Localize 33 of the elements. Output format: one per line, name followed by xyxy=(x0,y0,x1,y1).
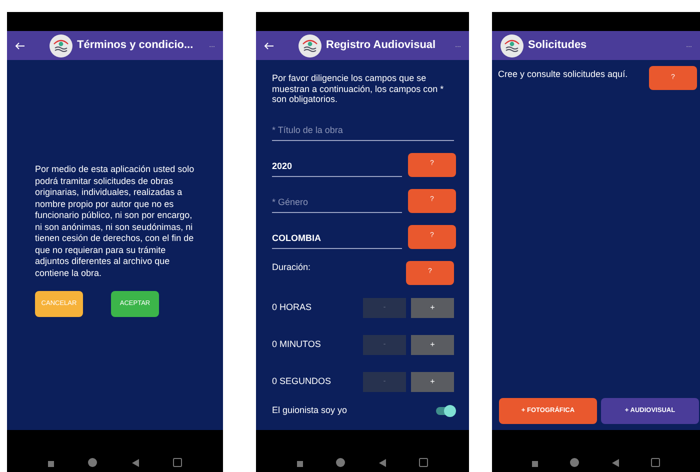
logo-icon xyxy=(500,34,524,58)
logo-icon xyxy=(298,34,322,58)
counter-label: 0 MINUTOS xyxy=(272,338,321,352)
back-arrow-icon[interactable] xyxy=(264,42,274,50)
recent-apps-icon[interactable] xyxy=(296,461,303,467)
intro-text: Cree y consulte solicitudes aquí. xyxy=(498,68,628,81)
back-nav-icon[interactable] xyxy=(378,459,386,467)
screen-title: Solicitudes xyxy=(528,38,587,54)
logo-icon xyxy=(49,34,73,58)
back-nav-icon[interactable] xyxy=(132,459,139,467)
duration-label: Duración: xyxy=(272,261,311,274)
counter-label: 0 HORAS xyxy=(272,301,312,314)
text-field[interactable]: * Título de la obra xyxy=(272,124,454,140)
screen-title: Registro Audiovisual xyxy=(326,38,436,54)
increment-button[interactable]: + xyxy=(411,298,454,318)
text-field[interactable]: 2020 xyxy=(272,160,402,176)
recent-apps-icon[interactable] xyxy=(48,461,54,467)
text-field[interactable]: COLOMBIA xyxy=(272,232,402,248)
increment-button[interactable]: + xyxy=(411,372,454,392)
form-instructions: Por favor diligencie los campos que se muestran a continuación, los campos con * son obligatorios. xyxy=(272,73,445,104)
increment-button[interactable]: + xyxy=(411,335,454,355)
home-icon[interactable] xyxy=(88,458,98,467)
text-field[interactable]: * Género xyxy=(272,196,402,212)
toggle-switch[interactable] xyxy=(436,406,454,414)
home-icon[interactable] xyxy=(336,458,346,467)
screen-title: Términos y condicio... xyxy=(77,38,194,54)
back-nav-icon[interactable] xyxy=(612,459,619,467)
recent-apps-icon[interactable] xyxy=(532,461,538,467)
back-arrow-icon[interactable] xyxy=(15,42,25,50)
terms-text: Por medio de esta aplicación usted solo podrá tramitar solicitudes de obras originarias, individuales, realizadas a nombre propio por autor que no es funcionario público, ni son por encargo, ni son anónimas, ni son seudónimas, ni tienen cesión de derechos, con el fin de que no requieran para su trámite adjuntos diferentes al archivo que contiene la obra. xyxy=(35,164,195,279)
toggle-label: El guionista soy yo xyxy=(272,404,348,417)
counter-label: 0 SEGUNDOS xyxy=(272,375,332,388)
home-icon[interactable] xyxy=(570,458,580,467)
